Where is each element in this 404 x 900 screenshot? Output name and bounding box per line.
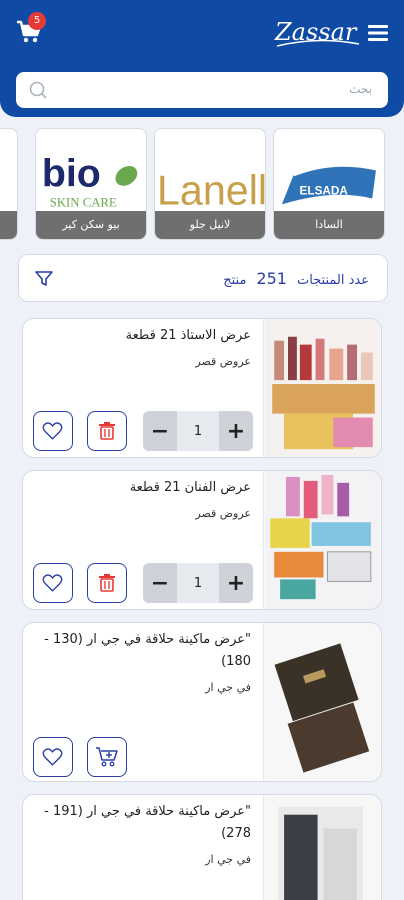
product-card[interactable]: "عرض ماكينة حلاقة في جي ار (130 - 180) ف… [22,622,382,782]
product-card[interactable]: "عرض ماكينة حلاقة في جي ار (191 - 278) ف… [22,794,382,900]
brand-carousel[interactable]: bio SKIN CARE بيو سكن كير Lanell لانيل ج… [0,128,404,240]
results-label: عدد المنتجات [296,273,369,288]
search-placeholder: بحث [349,82,372,96]
heart-icon [42,748,63,766]
quantity-stepper[interactable]: − 1 + [143,563,253,603]
brand-card-bio[interactable]: bio SKIN CARE بيو سكن كير [35,128,147,240]
favorite-button[interactable] [33,737,73,777]
delete-button[interactable] [87,411,127,451]
product-title: "عرض ماكينة حلاقة في جي ار (130 - 180) [44,632,251,669]
results-count: عدد المنتجات 251 منتج [223,269,369,288]
search-icon [29,81,47,99]
brand-label: بيو سكن كير [36,211,146,239]
product-brand: عروض قصر [195,355,251,368]
svg-text:ELSADA: ELSADA [300,185,349,198]
product-image [263,623,381,781]
elsada-logo: ELSADA [281,163,377,205]
product-title: عرض الاستاذ 21 قطعة [125,328,251,343]
product-image [263,471,381,609]
quantity-value: 1 [193,575,203,591]
brand-label: لانيل جلو [155,211,265,239]
favorite-button[interactable] [33,411,73,451]
product-brand: في جي ار [205,853,251,866]
decrement-button[interactable]: − [143,563,177,603]
quantity-stepper[interactable]: − 1 + [143,411,253,451]
heart-icon [42,422,63,440]
product-brand: عروض قصر [195,507,251,520]
product-title: عرض الفنان 21 قطعة [129,480,251,495]
svg-text:bio: bio [42,152,101,196]
product-image [263,319,381,457]
trash-icon [99,422,115,440]
lanell-logo: Lanell [157,167,265,213]
results-bar: عدد المنتجات 251 منتج [18,254,388,302]
menu-button[interactable] [368,24,388,42]
heart-icon [42,574,63,592]
product-brand: في جي ار [205,681,251,694]
product-title: "عرض ماكينة حلاقة في جي ار (191 - 278) [44,804,251,841]
brand-card-partial[interactable] [0,128,18,240]
increment-button[interactable]: + [219,563,253,603]
svg-text:SKIN CARE: SKIN CARE [50,195,117,209]
product-card[interactable]: عرض الفنان 21 قطعة عروض قصر − 1 + [22,470,382,610]
bio-logo: bio SKIN CARE [42,152,138,209]
filter-icon[interactable] [35,271,53,287]
add-to-cart-icon [96,747,118,767]
menu-icon [368,25,388,41]
cart-badge: 5 [28,12,46,30]
results-unit: منتج [223,273,247,288]
add-to-cart-button[interactable] [87,737,127,777]
app-header: 5 Zassar بحث [0,0,404,117]
svg-text:Lanell: Lanell [157,167,265,213]
brand-card-lanell[interactable]: Lanell لانيل جلو [154,128,266,240]
trash-icon [99,574,115,592]
product-card[interactable]: عرض الاستاذ 21 قطعة عروض قصر − 1 + [22,318,382,458]
decrement-button[interactable]: − [143,411,177,451]
increment-button[interactable]: + [219,411,253,451]
app-logo: Zassar [274,18,360,47]
delete-button[interactable] [87,563,127,603]
brand-label: السادا [274,211,384,239]
results-number: 251 [256,269,287,288]
quantity-value: 1 [193,423,203,439]
cart-button[interactable]: 5 [16,12,46,48]
search-input[interactable]: بحث [16,72,388,108]
product-image [263,795,381,900]
brand-card-elsada[interactable]: ELSADA السادا [273,128,385,240]
favorite-button[interactable] [33,563,73,603]
